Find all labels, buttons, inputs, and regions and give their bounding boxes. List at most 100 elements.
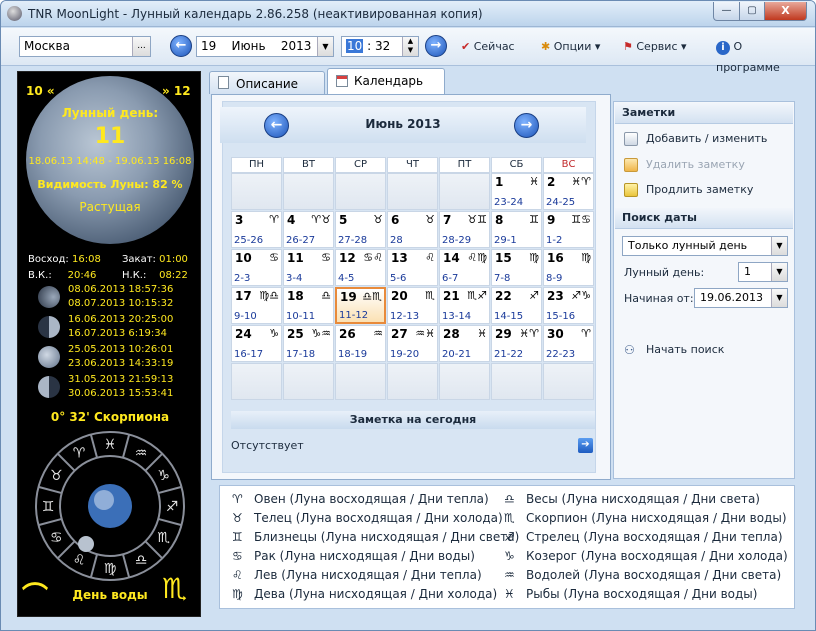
maximize-button[interactable]: ▢: [739, 2, 765, 21]
zodiac-sign: ♉: [425, 213, 435, 226]
add-note-button[interactable]: Добавить / изменить: [624, 131, 767, 147]
day-cell[interactable]: 10 ♋ 2-3: [231, 249, 282, 286]
prev-lunar-day-link[interactable]: 10 «: [26, 84, 55, 98]
day-cell[interactable]: 1 ♓ 23-24: [491, 173, 542, 210]
day-number: 7: [443, 213, 452, 227]
prev-date-button[interactable]: ←: [170, 35, 192, 57]
city-field[interactable]: Москва ...: [19, 36, 151, 57]
today-cell[interactable]: 19 ♎♏ 11-12: [335, 287, 386, 324]
day-cell[interactable]: 18 ♎ 10-11: [283, 287, 334, 324]
day-cell[interactable]: 27 ♒♓ 19-20: [387, 325, 438, 362]
next-month-button[interactable]: →: [514, 113, 539, 138]
day-cell[interactable]: 4 ♈♉ 26-27: [283, 211, 334, 248]
lunar-days: 8-9: [546, 273, 563, 284]
day-cell[interactable]: 14 ♌♍ 6-7: [439, 249, 490, 286]
weekday-5: СБ: [491, 157, 542, 173]
tab-description[interactable]: Описание: [209, 71, 325, 94]
day-cell[interactable]: 9 ♊♋ 1-2: [543, 211, 594, 248]
day-cell[interactable]: 7 ♉♊ 28-29: [439, 211, 490, 248]
date-dropdown-button[interactable]: ▼: [317, 37, 333, 56]
empty-day-cell: [543, 363, 594, 400]
chevron-down-icon: ▼: [322, 42, 329, 51]
notes-header: Заметки: [615, 103, 793, 124]
date-picker[interactable]: 19 Июнь 2013 ▼: [196, 36, 334, 57]
phase-date-2a: 16.06.2013 20:25:00: [68, 314, 174, 325]
day-number: 26: [339, 327, 356, 341]
service-label: Сервис: [636, 40, 678, 53]
day-cell[interactable]: 13 ♌ 5-6: [387, 249, 438, 286]
city-value: Москва: [24, 39, 70, 53]
search-lunar-day-select[interactable]: 1 ▼: [738, 262, 788, 282]
zodiac-sign: ♒♓: [415, 327, 435, 340]
zodiac-sign-icon: ♉: [232, 511, 243, 525]
day-cell[interactable]: 28 ♓ 20-21: [439, 325, 490, 362]
phase-date-4a: 31.05.2013 21:59:13: [68, 374, 174, 385]
extend-note-button[interactable]: Продлить заметку: [624, 182, 753, 198]
now-button[interactable]: ✔ Сейчас: [461, 36, 523, 57]
zodiac-sign: ♊: [529, 213, 539, 226]
time-field[interactable]: 10 : 32 ▲ ▼: [341, 36, 419, 57]
next-date-button[interactable]: →: [425, 35, 447, 57]
day-cell[interactable]: 30 ♈ 22-23: [543, 325, 594, 362]
zodiac-sign: ♉♊: [467, 213, 487, 226]
phase-date-1b: 08.07.2013 10:15:32: [68, 298, 174, 309]
day-cell[interactable]: 26 ♒ 18-19: [335, 325, 386, 362]
about-button[interactable]: i О программе: [716, 36, 806, 74]
options-menu[interactable]: ✱ Опции ▾: [541, 36, 613, 57]
note-add-icon: [624, 132, 638, 146]
day-cell[interactable]: 23 ♐♑ 15-16: [543, 287, 594, 324]
weekday-1: ВТ: [283, 157, 334, 173]
zodiac-sign-icon: ♑: [504, 549, 515, 563]
zodiac-sign: ♓♈: [519, 327, 539, 340]
calendar-grid: 1 ♓ 23-24 2 ♓♈ 24-25 3 ♈ 25-26 4 ♈♉ 26-27 5 ♉ 27-28 6 ♉ 2…: [231, 173, 595, 401]
lunar-days: 16-17: [234, 349, 264, 360]
search-start-date[interactable]: 19.06.2013 ▼: [694, 288, 788, 308]
day-number: 12: [339, 251, 356, 265]
day-cell[interactable]: 5 ♉ 27-28: [335, 211, 386, 248]
day-cell[interactable]: 24 ♑ 16-17: [231, 325, 282, 362]
day-cell[interactable]: 11 ♋ 3-4: [283, 249, 334, 286]
city-browse-button[interactable]: ...: [132, 37, 150, 56]
checkmark-icon: ✔: [461, 40, 471, 53]
legend-item: ♊ Близнецы (Луна нисходящая / Дни света): [232, 530, 519, 544]
day-cell[interactable]: 15 ♍ 7-8: [491, 249, 542, 286]
tab-calendar[interactable]: Календарь: [327, 68, 445, 95]
zodiac-sign: ♋: [269, 251, 279, 264]
day-cell[interactable]: 20 ♏ 12-13: [387, 287, 438, 324]
day-cell[interactable]: 16 ♍ 8-9: [543, 249, 594, 286]
calendar-panel: Июнь 2013 ← → ПН ВТ СР ЧТ ПТ СБ ВС 1 ♓ 23-24 2 ♓♈ 2…: [211, 94, 611, 480]
close-button[interactable]: X: [764, 2, 807, 21]
empty-day-cell: [335, 363, 386, 400]
day-cell[interactable]: 29 ♓♈ 21-22: [491, 325, 542, 362]
time-spinner[interactable]: ▲ ▼: [402, 37, 418, 56]
next-lunar-day-link[interactable]: » 12: [162, 84, 191, 98]
day-cell[interactable]: 25 ♑♒ 17-18: [283, 325, 334, 362]
zodiac-sign: ♓: [477, 327, 487, 340]
day-cell[interactable]: 8 ♊ 29-1: [491, 211, 542, 248]
zodiac-sign: ♉: [373, 213, 383, 226]
minimize-button[interactable]: —: [713, 2, 740, 21]
note-extend-icon: [624, 183, 638, 197]
lunar-days: 19-20: [390, 349, 420, 360]
day-cell[interactable]: 2 ♓♈ 24-25: [543, 173, 594, 210]
day-number: 22: [495, 289, 512, 303]
now-label: Сейчас: [473, 40, 515, 53]
day-cell[interactable]: 22 ♐ 14-15: [491, 287, 542, 324]
lunar-days: 27-28: [338, 235, 368, 246]
service-menu[interactable]: ⚑ Сервис ▾: [623, 36, 697, 57]
day-cell[interactable]: 12 ♋♌ 4-5: [335, 249, 386, 286]
vk-row: В.К.: 20:46: [28, 270, 96, 281]
prev-month-button[interactable]: ←: [264, 113, 289, 138]
search-mode-select[interactable]: Только лунный день ▼: [622, 236, 788, 256]
day-cell[interactable]: 21 ♏♐ 13-14: [439, 287, 490, 324]
start-search-button[interactable]: ⚇ Начать поиск: [624, 342, 724, 358]
wheel-sign-10: ♉: [50, 468, 63, 484]
day-cell[interactable]: 17 ♍♎ 9-10: [231, 287, 282, 324]
day-cell[interactable]: 6 ♉ 28: [387, 211, 438, 248]
day-cell[interactable]: 3 ♈ 25-26: [231, 211, 282, 248]
wheel-sign-5: ♎: [135, 553, 148, 569]
arrow-right-icon[interactable]: ➔: [578, 438, 593, 453]
zodiac-sign: ♏: [425, 289, 435, 302]
delete-note-button[interactable]: Удалить заметку: [624, 157, 745, 173]
side-panel: Заметки Добавить / изменить Удалить заме…: [613, 101, 795, 479]
